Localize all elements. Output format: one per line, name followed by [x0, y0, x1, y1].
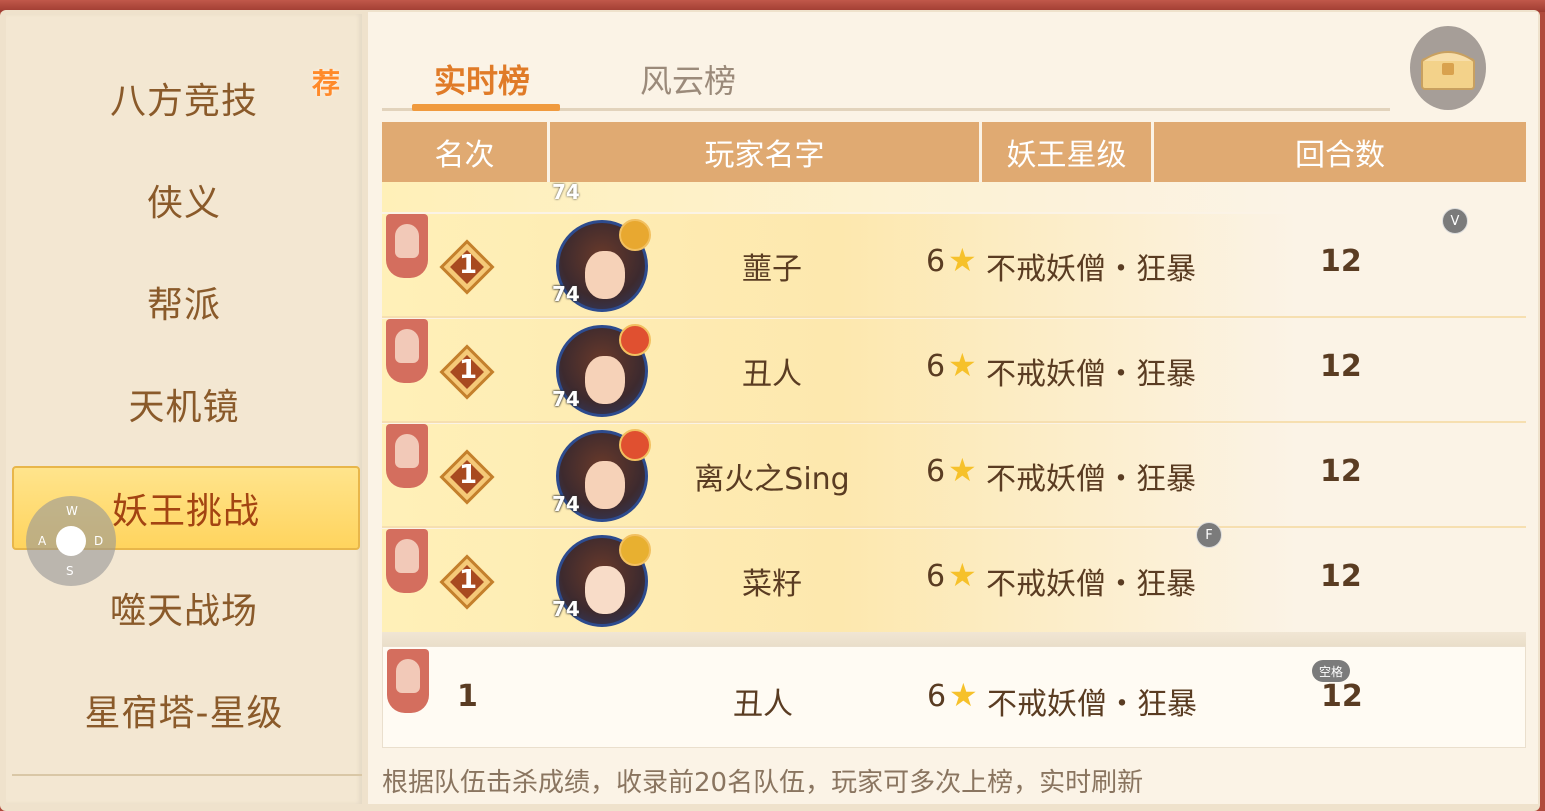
movement-joystick[interactable]: W A S D	[26, 496, 116, 586]
boss-star-count: 6	[926, 349, 946, 384]
sidebar-item-xingxiu[interactable]: 星宿塔-星级	[12, 670, 356, 750]
sidebar-divider	[12, 774, 362, 776]
rank-number: 1	[459, 460, 478, 490]
player-level: 74	[552, 282, 580, 306]
round-count: 12	[1320, 244, 1362, 279]
round-count: 12	[1320, 559, 1362, 594]
joystick-knob[interactable]	[56, 526, 86, 556]
player-name: 丑人	[742, 357, 802, 392]
header-boss-stars: 妖王星级	[982, 122, 1154, 182]
round-count: 12	[1320, 349, 1362, 384]
tab-fengyun[interactable]: 风云榜	[640, 56, 736, 102]
sidebar-item-label: 星宿塔-星级	[84, 693, 284, 734]
table-row[interactable]: 1 74 丑人 6 ★ 不戒妖僧・狂暴 12	[382, 319, 1526, 423]
boss-name: 不戒妖僧・狂暴	[986, 357, 1196, 392]
table-row[interactable]: 1 74 离火之Sing 6 ★ 不戒妖僧・狂暴 12	[382, 424, 1526, 528]
joystick-key-w: W	[66, 504, 78, 518]
star-icon: ★	[948, 346, 977, 384]
player-level: 74	[552, 387, 580, 411]
player-tag-icon	[386, 214, 428, 278]
player-level: 74	[552, 597, 580, 621]
joystick-key-s: S	[66, 564, 74, 578]
treasure-chest-icon	[1421, 51, 1475, 90]
boss-name: 不戒妖僧・狂暴	[986, 252, 1196, 287]
sidebar: 八方竞技 侠义 帮派 天机镜 妖王挑战 噬天战场 星宿塔-星级 荐	[6, 14, 362, 804]
player-tag-icon	[386, 319, 428, 383]
active-tab-indicator	[412, 104, 560, 111]
key-hint-v: V	[1442, 208, 1468, 234]
recommend-badge: 荐	[312, 67, 341, 100]
player-tag-icon	[386, 424, 428, 488]
star-icon: ★	[949, 676, 978, 714]
main-panel: 实时榜 风云榜 名次 玩家名字 妖王星级 回合数 74 1 74 蘁子 6 ★ …	[368, 12, 1538, 804]
table-row[interactable]: 1 74 菜籽 6 ★ 不戒妖僧・狂暴 12	[382, 529, 1526, 633]
key-hint-f: F	[1196, 522, 1222, 548]
sidebar-item-tianjijing[interactable]: 天机镜	[12, 364, 356, 444]
player-tag-icon	[387, 649, 429, 713]
sidebar-item-bangpai[interactable]: 帮派	[12, 262, 356, 342]
my-player-name: 丑人	[733, 687, 793, 722]
tab-realtime[interactable]: 实时榜	[434, 56, 530, 102]
sidebar-item-label: 噬天战场	[109, 591, 258, 632]
header-player-name: 玩家名字	[550, 122, 982, 182]
boss-name: 不戒妖僧・狂暴	[986, 462, 1196, 497]
boss-star-count: 6	[926, 559, 946, 594]
star-icon: ★	[948, 241, 977, 279]
my-round-count: 12	[1321, 679, 1363, 714]
header-rank: 名次	[382, 122, 550, 182]
table-header: 名次 玩家名字 妖王星级 回合数	[382, 122, 1526, 182]
my-rank-row: 1 丑人 6 ★ 不戒妖僧・狂暴 12	[382, 646, 1526, 748]
player-tag-icon	[386, 529, 428, 593]
rank-number: 1	[459, 355, 478, 385]
boss-name: 不戒妖僧・狂暴	[986, 567, 1196, 602]
player-name: 离火之Sing	[694, 462, 850, 497]
player-name: 菜籽	[742, 567, 802, 602]
my-boss-name: 不戒妖僧・狂暴	[987, 687, 1197, 722]
ranking-list[interactable]: 74 1 74 蘁子 6 ★ 不戒妖僧・狂暴 12 1 74 丑人 6 ★ 不戒…	[382, 182, 1526, 642]
my-rank-number: 1	[457, 679, 478, 714]
sidebar-item-xiayi[interactable]: 侠义	[12, 160, 356, 240]
rank-number: 1	[459, 565, 478, 595]
row-divider	[382, 526, 1526, 528]
round-count: 12	[1320, 454, 1362, 489]
treasure-chest-button[interactable]	[1410, 26, 1486, 110]
footer-note: 根据队伍击杀成绩，收录前20名队伍，玩家可多次上榜，实时刷新	[382, 768, 1144, 798]
my-boss-star-count: 6	[927, 679, 947, 714]
partial-row: 74	[382, 182, 1526, 212]
sidebar-item-label: 帮派	[146, 285, 221, 326]
player-name: 蘁子	[742, 252, 802, 287]
rank-number: 1	[459, 250, 478, 280]
row-divider	[382, 421, 1526, 423]
star-icon: ★	[948, 451, 977, 489]
boss-star-count: 6	[926, 244, 946, 279]
joystick-key-d: D	[94, 534, 104, 548]
row-divider	[382, 316, 1526, 318]
sidebar-item-bafang[interactable]: 八方竞技	[12, 58, 356, 138]
sidebar-item-label: 妖王挑战	[111, 491, 260, 532]
sidebar-item-label: 八方竞技	[109, 81, 258, 122]
key-hint-space: 空格	[1312, 660, 1350, 682]
table-row[interactable]: 1 74 蘁子 6 ★ 不戒妖僧・狂暴 12	[382, 214, 1526, 318]
joystick-key-a: A	[38, 534, 47, 548]
player-level: 74	[552, 492, 580, 516]
sidebar-item-label: 天机镜	[128, 387, 240, 428]
header-rounds: 回合数	[1154, 122, 1526, 182]
sidebar-item-label: 侠义	[146, 183, 221, 224]
partial-level: 74	[552, 182, 580, 204]
boss-star-count: 6	[926, 454, 946, 489]
star-icon: ★	[948, 556, 977, 594]
